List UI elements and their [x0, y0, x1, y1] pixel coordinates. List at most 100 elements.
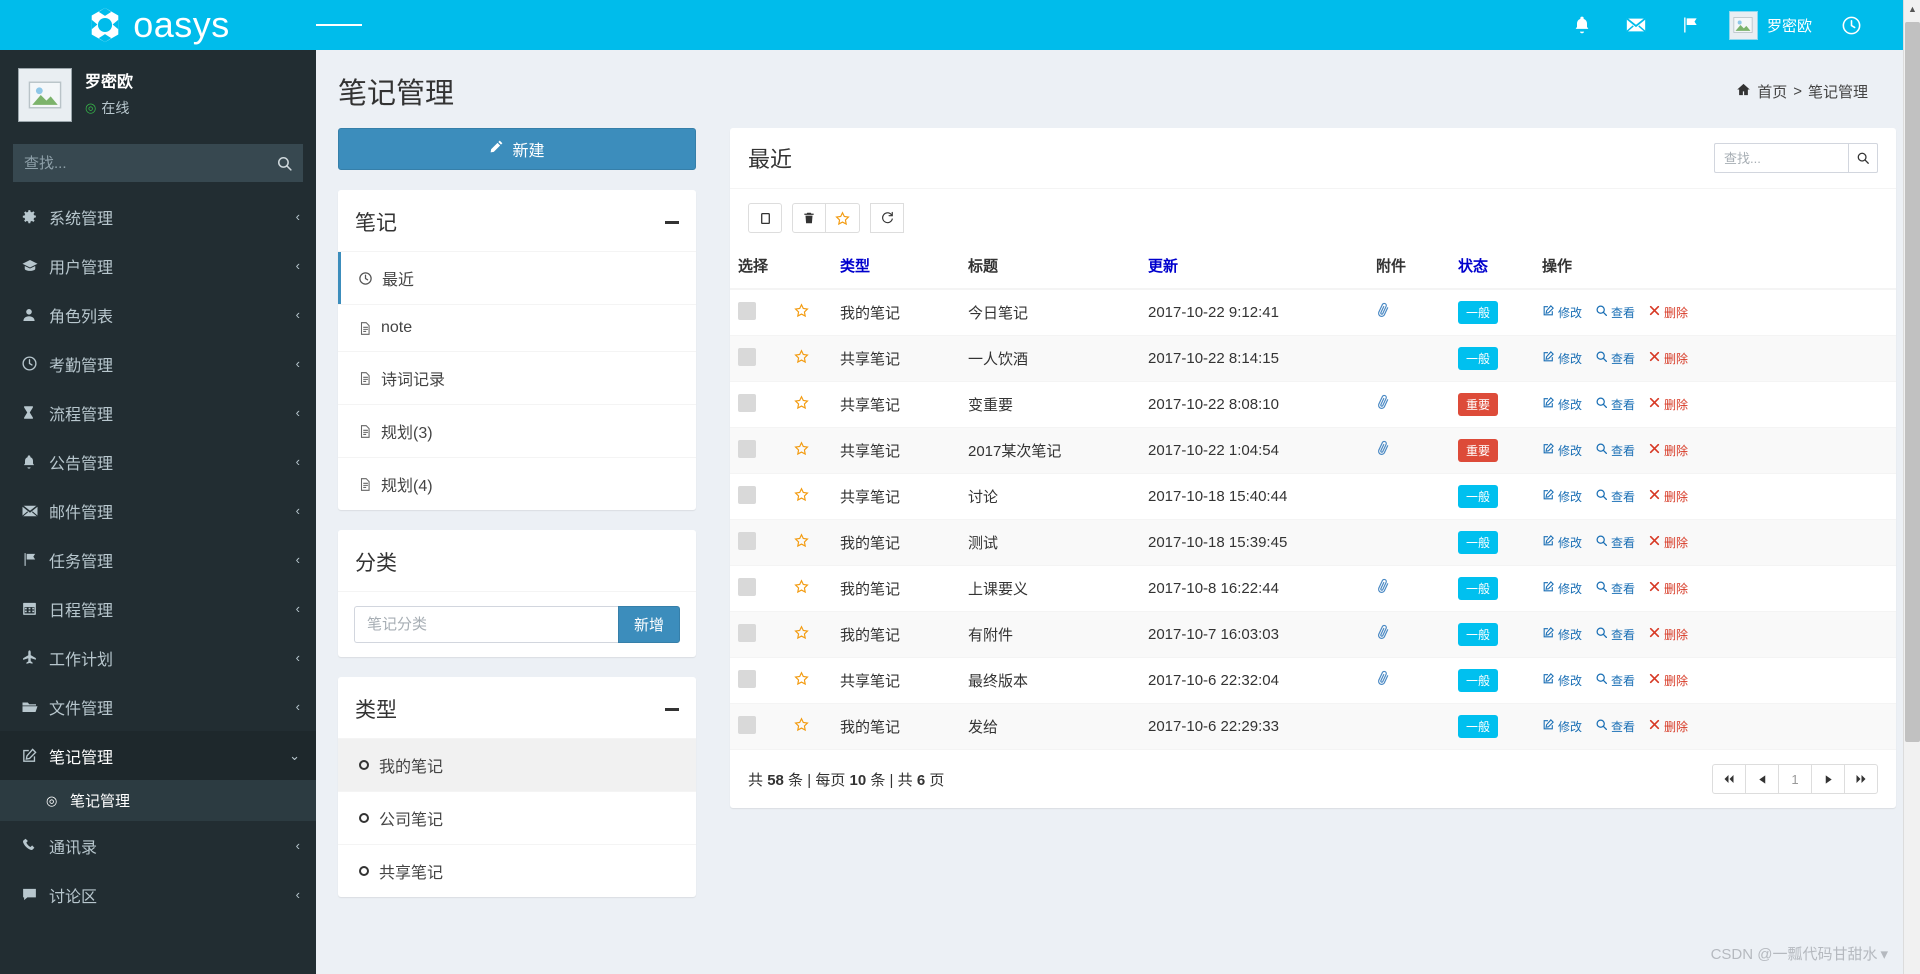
edit-action[interactable]: 修改 [1542, 350, 1582, 367]
row-checkbox[interactable] [738, 670, 756, 688]
collapse-button[interactable] [665, 221, 679, 224]
refresh-icon[interactable] [870, 203, 904, 233]
sidebar-item-contacts[interactable]: 通讯录 ‹ [0, 821, 316, 870]
scroll-up-button[interactable]: ▲ [1904, 0, 1920, 17]
star-icon[interactable] [794, 717, 809, 736]
paperclip-icon[interactable] [1373, 392, 1395, 417]
edit-action[interactable]: 修改 [1542, 718, 1582, 735]
delete-action[interactable]: 删除 [1648, 396, 1688, 413]
star-icon[interactable] [794, 625, 809, 644]
edit-action[interactable]: 修改 [1542, 396, 1582, 413]
edit-action[interactable]: 修改 [1542, 488, 1582, 505]
delete-action[interactable]: 删除 [1648, 350, 1688, 367]
page-scrollbar[interactable]: ▲ [1903, 0, 1920, 974]
sidebar-item-user-mgmt[interactable]: 用户管理 ‹ [0, 241, 316, 290]
type-list-item-company[interactable]: 公司笔记 [338, 791, 696, 844]
sidebar-toggle-button[interactable] [316, 0, 362, 50]
sidebar-item-mail[interactable]: 邮件管理 ‹ [0, 486, 316, 535]
row-checkbox[interactable] [738, 716, 756, 734]
view-action[interactable]: 查看 [1595, 718, 1635, 735]
sidebar-item-file[interactable]: 文件管理 ‹ [0, 682, 316, 731]
star-icon[interactable] [826, 203, 860, 233]
square-o-icon[interactable] [748, 203, 782, 233]
notes-list-item-recent[interactable]: 最近 [338, 252, 696, 304]
paperclip-icon[interactable] [1373, 668, 1395, 693]
edit-action[interactable]: 修改 [1542, 534, 1582, 551]
paperclip-icon[interactable] [1373, 622, 1395, 647]
flag-icon[interactable] [1663, 0, 1717, 50]
sidebar-item-work-plan[interactable]: 工作计划 ‹ [0, 633, 316, 682]
paperclip-icon[interactable] [1373, 438, 1395, 463]
view-action[interactable]: 查看 [1595, 396, 1635, 413]
search-input[interactable] [1714, 143, 1848, 173]
sidebar-subitem-note-mgmt[interactable]: ◎ 笔记管理 [0, 780, 316, 821]
star-icon[interactable] [794, 533, 809, 552]
column-updated[interactable]: 更新 [1140, 243, 1368, 289]
prev-page-button[interactable] [1745, 764, 1779, 794]
row-checkbox[interactable] [738, 578, 756, 596]
delete-action[interactable]: 删除 [1648, 672, 1688, 689]
delete-action[interactable]: 删除 [1648, 534, 1688, 551]
delete-action[interactable]: 删除 [1648, 442, 1688, 459]
edit-action[interactable]: 修改 [1542, 672, 1582, 689]
row-checkbox[interactable] [738, 624, 756, 642]
new-note-button[interactable]: 新建 [338, 128, 696, 170]
row-checkbox[interactable] [738, 348, 756, 366]
search-icon[interactable] [265, 144, 303, 182]
sidebar-item-announcement[interactable]: 公告管理 ‹ [0, 437, 316, 486]
view-action[interactable]: 查看 [1595, 350, 1635, 367]
view-action[interactable]: 查看 [1595, 442, 1635, 459]
collapse-button[interactable] [665, 708, 679, 711]
paperclip-icon[interactable] [1373, 576, 1395, 601]
sidebar-item-role-list[interactable]: 角色列表 ‹ [0, 290, 316, 339]
paperclip-icon[interactable] [1373, 300, 1395, 325]
notes-list-item-poetry[interactable]: 诗词记录 [338, 351, 696, 404]
delete-action[interactable]: 删除 [1648, 488, 1688, 505]
view-action[interactable]: 查看 [1595, 534, 1635, 551]
star-icon[interactable] [794, 579, 809, 598]
sidebar-item-task[interactable]: 任务管理 ‹ [0, 535, 316, 584]
star-icon[interactable] [794, 487, 809, 506]
view-action[interactable]: 查看 [1595, 580, 1635, 597]
trash-icon[interactable] [792, 203, 826, 233]
star-icon[interactable] [794, 349, 809, 368]
sidebar-item-schedule[interactable]: 日程管理 ‹ [0, 584, 316, 633]
scroll-thumb[interactable] [1905, 22, 1920, 742]
delete-action[interactable]: 删除 [1648, 580, 1688, 597]
row-checkbox[interactable] [738, 486, 756, 504]
star-icon[interactable] [794, 671, 809, 690]
first-page-button[interactable] [1712, 764, 1746, 794]
current-page-button[interactable]: 1 [1778, 764, 1812, 794]
search-button[interactable] [1848, 143, 1878, 173]
sidebar-item-notes[interactable]: 笔记管理 ⌄ ◎ 笔记管理 [0, 731, 316, 821]
sidebar-item-process[interactable]: 流程管理 ‹ [0, 388, 316, 437]
sidebar-item-attendance[interactable]: 考勤管理 ‹ [0, 339, 316, 388]
column-type[interactable]: 类型 [832, 243, 960, 289]
edit-action[interactable]: 修改 [1542, 304, 1582, 321]
delete-action[interactable]: 删除 [1648, 304, 1688, 321]
view-action[interactable]: 查看 [1595, 488, 1635, 505]
notes-list-item-plan3[interactable]: 规划(3) [338, 404, 696, 457]
type-list-item-mine[interactable]: 我的笔记 [338, 739, 696, 791]
view-action[interactable]: 查看 [1595, 626, 1635, 643]
row-checkbox[interactable] [738, 532, 756, 550]
sidebar-search-input[interactable] [13, 155, 265, 172]
star-icon[interactable] [794, 441, 809, 460]
star-icon[interactable] [794, 395, 809, 414]
star-icon[interactable] [794, 303, 809, 322]
sidebar-search[interactable] [13, 144, 303, 182]
delete-action[interactable]: 删除 [1648, 718, 1688, 735]
brand-logo[interactable]: oasys [0, 0, 316, 50]
row-checkbox[interactable] [738, 302, 756, 320]
edit-action[interactable]: 修改 [1542, 580, 1582, 597]
notes-list-item-note[interactable]: note [338, 304, 696, 351]
column-status[interactable]: 状态 [1450, 243, 1534, 289]
view-action[interactable]: 查看 [1595, 304, 1635, 321]
clock-icon[interactable] [1824, 0, 1878, 50]
row-checkbox[interactable] [738, 394, 756, 412]
category-input[interactable] [354, 606, 618, 643]
bell-icon[interactable] [1555, 0, 1609, 50]
type-list-item-shared[interactable]: 共享笔记 [338, 844, 696, 897]
edit-action[interactable]: 修改 [1542, 442, 1582, 459]
sidebar-item-discussion[interactable]: 讨论区 ‹ [0, 870, 316, 919]
